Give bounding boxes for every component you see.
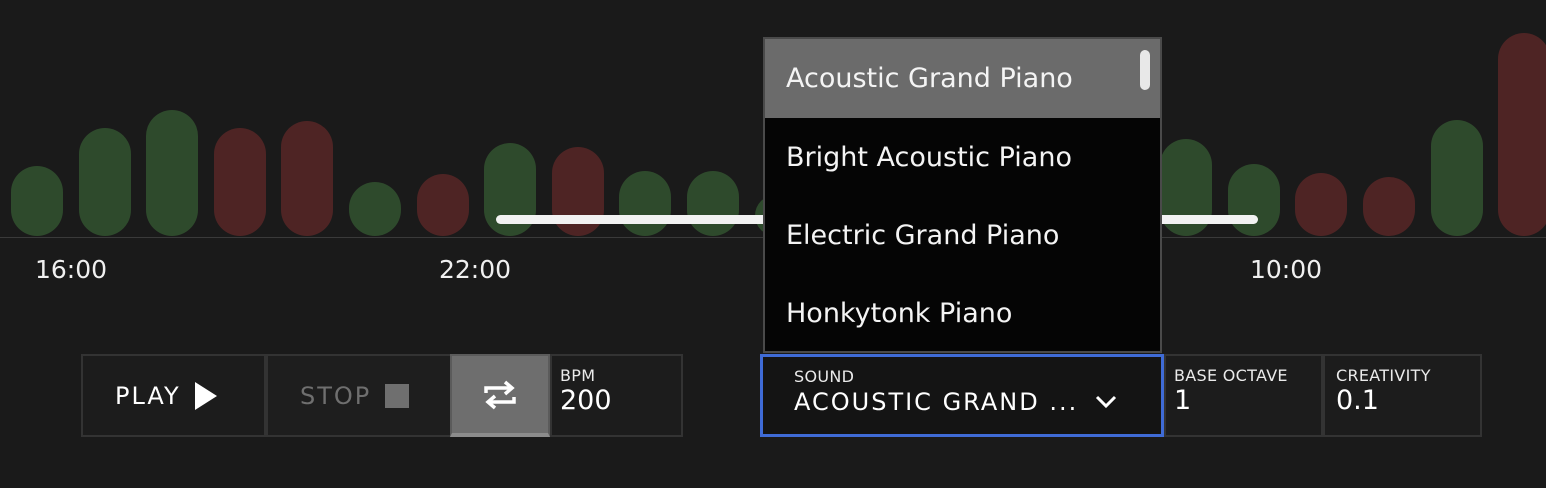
time-label-1600: 16:00 <box>35 255 108 284</box>
sound-option-bright-acoustic-piano[interactable]: Bright Acoustic Piano <box>765 118 1160 196</box>
creativity-field[interactable]: CREATIVITY 0.1 <box>1323 354 1482 437</box>
stop-icon <box>385 383 410 408</box>
note-bar <box>687 171 739 236</box>
note-bar <box>1498 33 1546 236</box>
sound-dropdown-list[interactable]: Acoustic Grand Piano Bright Acoustic Pia… <box>763 37 1162 353</box>
note-bar <box>1228 164 1280 236</box>
note-bar <box>1363 177 1415 236</box>
note-bar <box>417 174 469 236</box>
note-bar <box>281 121 333 236</box>
sound-value: ACOUSTIC GRAND ... <box>794 388 1079 416</box>
base-octave-label: BASE OCTAVE <box>1174 366 1288 385</box>
sound-option-acoustic-grand-piano[interactable]: Acoustic Grand Piano <box>765 39 1160 118</box>
bpm-field[interactable]: BPM 200 <box>550 354 683 437</box>
time-label-2200: 22:00 <box>439 255 512 284</box>
play-icon <box>194 381 217 410</box>
bpm-label: BPM <box>560 366 596 385</box>
time-label-1000: 10:00 <box>1250 255 1323 284</box>
loop-toggle-button[interactable] <box>450 354 550 437</box>
note-bar <box>1295 173 1347 236</box>
creativity-value: 0.1 <box>1336 385 1379 416</box>
sound-option-electric-grand-piano[interactable]: Electric Grand Piano <box>765 196 1160 274</box>
base-octave-value: 1 <box>1174 385 1192 416</box>
sound-option-honkytonk-piano[interactable]: Honkytonk Piano <box>765 274 1160 351</box>
bpm-value: 200 <box>560 385 612 416</box>
play-button[interactable]: PLAY <box>81 354 266 437</box>
sound-label: SOUND <box>794 367 855 386</box>
note-bar <box>349 182 401 236</box>
chevron-down-icon <box>1096 395 1117 409</box>
loop-icon <box>484 380 516 409</box>
base-octave-field[interactable]: BASE OCTAVE 1 <box>1164 354 1323 437</box>
creativity-label: CREATIVITY <box>1336 366 1431 385</box>
dropdown-scrollbar[interactable] <box>1140 50 1150 90</box>
note-bar <box>619 171 671 236</box>
stop-button[interactable]: STOP <box>266 354 452 437</box>
sound-select[interactable]: SOUND ACOUSTIC GRAND ... <box>760 354 1164 437</box>
note-bar <box>146 110 198 236</box>
play-label: PLAY <box>115 381 181 410</box>
note-bar <box>214 128 266 236</box>
stop-label: STOP <box>300 381 372 410</box>
note-bar <box>11 166 63 236</box>
note-bar <box>79 128 131 236</box>
note-bar <box>1431 120 1483 236</box>
